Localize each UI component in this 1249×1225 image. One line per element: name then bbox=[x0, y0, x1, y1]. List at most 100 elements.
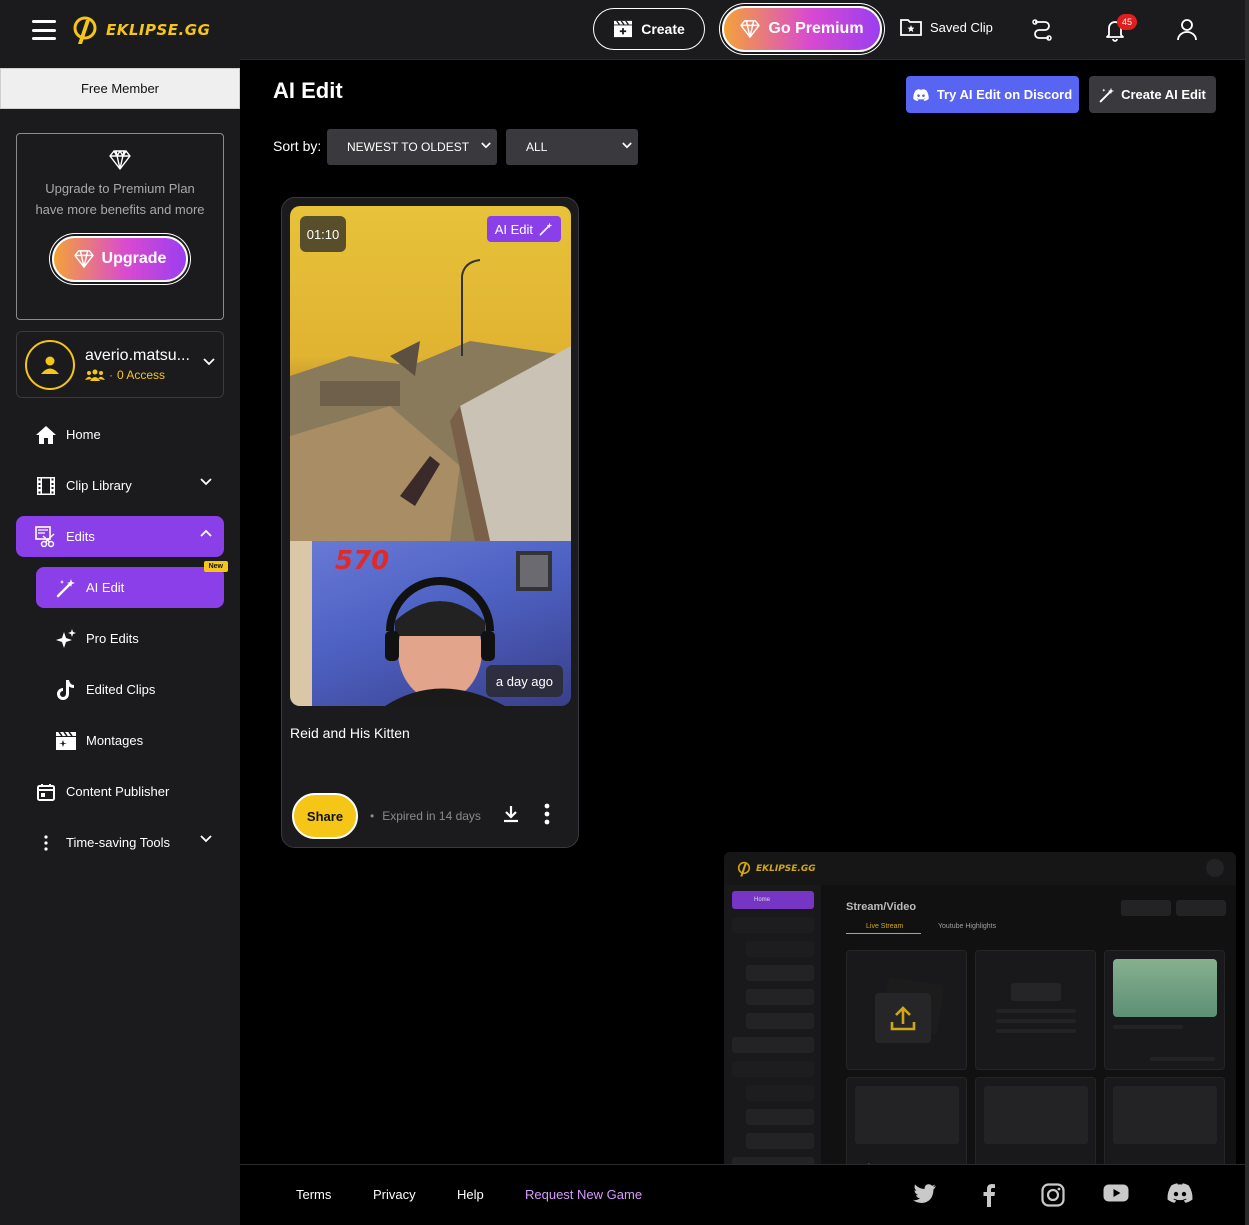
more-options-icon[interactable] bbox=[544, 803, 550, 825]
preview-tab-live-stream: Live Stream bbox=[866, 923, 904, 930]
expiration-text: Expired in 14 days bbox=[382, 809, 481, 823]
access-count: 0 Access bbox=[117, 368, 166, 382]
chevron-down-icon bbox=[622, 142, 632, 149]
sidebar-item-edited-clips[interactable]: Edited Clips bbox=[36, 669, 224, 710]
calendar-icon bbox=[34, 780, 58, 804]
chevron-down-icon[interactable] bbox=[203, 358, 215, 366]
ai-edit-badge: AI Edit bbox=[486, 216, 561, 242]
preview-avatar bbox=[1206, 859, 1224, 877]
sparkles-icon bbox=[54, 627, 78, 651]
separator-dot: • bbox=[370, 809, 375, 823]
sort-label: Sort by: bbox=[273, 138, 322, 154]
chevron-down-icon bbox=[481, 142, 491, 149]
folder-star-icon bbox=[900, 19, 922, 36]
notifications-button[interactable]: 45 bbox=[1103, 14, 1137, 42]
topbar: Create Go Premium Saved Clip 45 bbox=[240, 0, 1245, 60]
clip-title: Reid and His Kitten bbox=[290, 725, 410, 741]
sidebar: EKLIPSE.GG Free Member Upgrade to Premiu… bbox=[0, 0, 240, 1225]
preview-logo-text: EKLIPSE.GG bbox=[756, 863, 816, 874]
sidebar-item-montages[interactable]: Montages bbox=[36, 720, 224, 761]
user-name: averio.matsu... bbox=[85, 347, 190, 364]
user-account-card[interactable]: averio.matsu... · 0 Access bbox=[16, 331, 224, 398]
team-icon bbox=[85, 369, 105, 381]
sidebar-item-label: AI Edit bbox=[86, 580, 125, 595]
chevron-up-icon bbox=[200, 529, 212, 537]
footer-request-game-link[interactable]: Request New Game bbox=[525, 1187, 642, 1202]
clip-duration: 01:10 bbox=[300, 216, 346, 252]
footer-help-link[interactable]: Help bbox=[457, 1187, 484, 1202]
clapperboard-icon bbox=[614, 20, 633, 38]
tiktok-icon bbox=[54, 678, 78, 702]
share-button[interactable]: Share bbox=[292, 793, 358, 839]
home-icon bbox=[34, 423, 58, 447]
preview-video-tile bbox=[1104, 950, 1225, 1070]
preview-tab-youtube: Youtube Highlights bbox=[938, 923, 997, 930]
sidebar-item-content-publisher[interactable]: Content Publisher bbox=[16, 771, 224, 812]
facebook-icon[interactable] bbox=[982, 1183, 996, 1207]
go-premium-button[interactable]: Go Premium bbox=[722, 6, 882, 52]
diamond-icon bbox=[740, 20, 761, 38]
clip-thumbnail[interactable]: 570 01:10 AI Edit a day ago bbox=[290, 206, 571, 706]
page-title: AI Edit bbox=[273, 78, 343, 103]
eklipse-logo-icon bbox=[737, 861, 751, 876]
user-info: averio.matsu... · 0 Access bbox=[85, 347, 197, 382]
route-icon[interactable] bbox=[1031, 18, 1053, 42]
sidebar-item-pro-edits[interactable]: Pro Edits bbox=[36, 618, 224, 659]
eklipse-logo-icon bbox=[73, 16, 97, 44]
profile-icon[interactable] bbox=[1176, 18, 1198, 42]
sidebar-header: EKLIPSE.GG bbox=[0, 0, 240, 60]
sidebar-item-home[interactable]: Home bbox=[16, 414, 224, 455]
sidebar-item-label: Home bbox=[66, 427, 101, 442]
footer: Terms Privacy Help Request New Game bbox=[240, 1164, 1245, 1225]
hamburger-menu-icon[interactable] bbox=[32, 20, 56, 40]
chevron-down-icon bbox=[200, 835, 212, 843]
youtube-icon[interactable] bbox=[1103, 1183, 1129, 1203]
saved-clip-link[interactable]: Saved Clip bbox=[900, 18, 993, 36]
discord-icon[interactable] bbox=[1167, 1183, 1193, 1203]
create-ai-edit-button[interactable]: Create AI Edit bbox=[1089, 76, 1216, 113]
filter-select[interactable]: ALL bbox=[506, 129, 638, 165]
create-button[interactable]: Create bbox=[593, 8, 705, 50]
sidebar-item-label: Montages bbox=[86, 733, 144, 748]
ai-edit-badge-label: AI Edit bbox=[494, 221, 533, 237]
brand-logo[interactable]: EKLIPSE.GG bbox=[70, 14, 210, 46]
user-access: · 0 Access bbox=[85, 368, 197, 382]
download-icon[interactable] bbox=[503, 805, 519, 823]
expiration-info: • Expired in 14 days bbox=[370, 809, 481, 823]
avatar bbox=[25, 339, 75, 390]
magic-wand-icon bbox=[54, 576, 78, 600]
preview-title: Stream/Video bbox=[846, 901, 917, 913]
chevron-down-icon bbox=[200, 478, 212, 486]
more-vertical-icon bbox=[34, 831, 58, 855]
footer-terms-link[interactable]: Terms bbox=[296, 1187, 331, 1202]
clapperboard-icon bbox=[54, 729, 78, 753]
twitter-icon[interactable] bbox=[913, 1183, 937, 1205]
sidebar-item-label: Clip Library bbox=[66, 478, 132, 493]
upgrade-card: Upgrade to Premium Plan have more benefi… bbox=[16, 133, 224, 320]
sidebar-item-edits[interactable]: Edits bbox=[16, 516, 224, 557]
gameplay-scene bbox=[290, 259, 571, 541]
upgrade-button[interactable]: Upgrade bbox=[52, 236, 188, 282]
footer-privacy-link[interactable]: Privacy bbox=[373, 1187, 416, 1202]
discord-icon bbox=[913, 88, 929, 101]
preview-home-item: Home bbox=[732, 891, 814, 909]
sort-order-select[interactable]: NEWEST TO OLDEST bbox=[327, 129, 497, 165]
page-scrollbar[interactable] bbox=[1245, 0, 1249, 1225]
instagram-icon[interactable] bbox=[1041, 1183, 1065, 1207]
clip-time-ago: a day ago bbox=[485, 665, 563, 697]
go-premium-label: Go Premium bbox=[768, 20, 864, 37]
sidebar-item-time-saving-tools[interactable]: Time-saving Tools bbox=[16, 822, 224, 863]
film-icon bbox=[34, 474, 58, 498]
sidebar-item-clip-library[interactable]: Clip Library bbox=[16, 465, 224, 506]
sidebar-item-label: Content Publisher bbox=[66, 784, 170, 799]
preview-header: EKLIPSE.GG bbox=[724, 852, 1236, 885]
create-ai-edit-label: Create AI Edit bbox=[1121, 87, 1206, 102]
diamond-icon bbox=[73, 250, 94, 268]
gameplay-frame bbox=[290, 206, 571, 541]
preview-tile bbox=[975, 950, 1096, 1070]
try-ai-edit-discord-button[interactable]: Try AI Edit on Discord bbox=[906, 76, 1079, 113]
sidebar-item-ai-edit[interactable]: AI Edit New bbox=[36, 561, 228, 608]
upgrade-description: Upgrade to Premium Plan have more benefi… bbox=[35, 181, 205, 217]
clip-card[interactable]: 570 01:10 AI Edit a day ago Reid and His… bbox=[281, 197, 579, 848]
sidebar-item-label: Pro Edits bbox=[86, 631, 139, 646]
